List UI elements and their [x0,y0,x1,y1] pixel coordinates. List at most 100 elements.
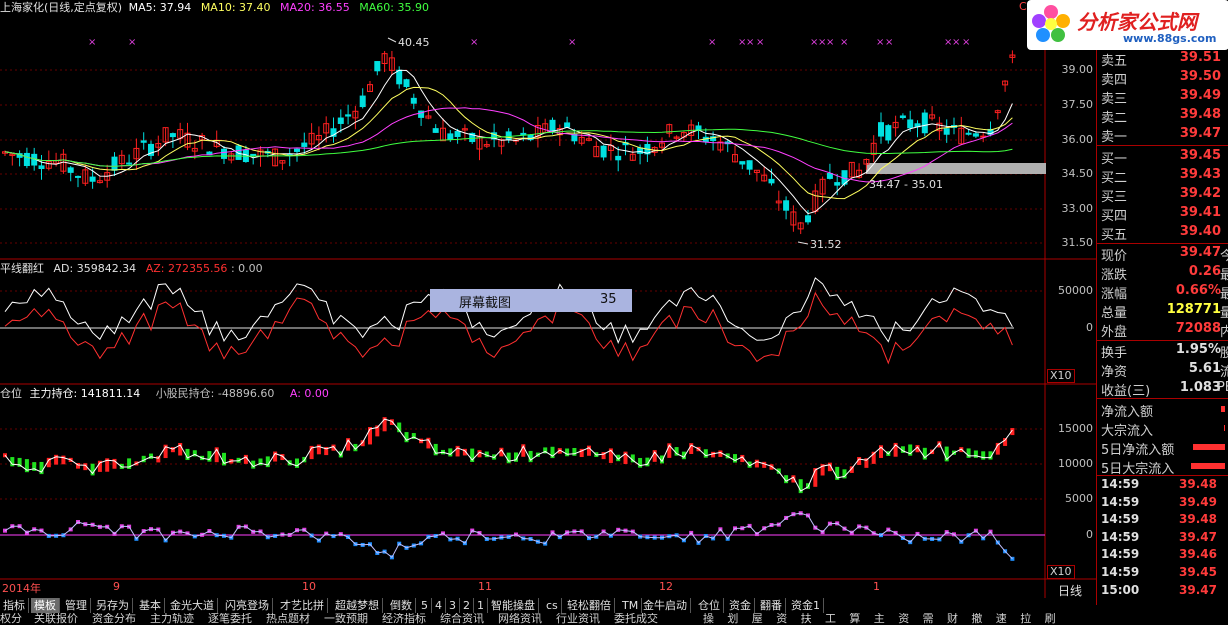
toolbar-shortcut[interactable]: 资 [776,613,787,625]
bottom-tab[interactable]: 另存为 [93,598,133,613]
close-icon[interactable]: C [1019,0,1027,13]
candle-body [359,95,366,108]
bottom-tab[interactable]: 模板 [31,598,60,613]
ma10-label: MA10: 37.40 [200,1,271,14]
candle-body [965,132,972,135]
bottom-tab[interactable]: 金光大道 [167,598,218,613]
toolbar-shortcut[interactable]: 速 [996,613,1007,625]
flow-row: 5日大宗流入 [1097,456,1228,477]
toolbar-shortcut[interactable]: 拉 [1020,613,1031,625]
bottom-tab[interactable]: 管理 [62,598,91,613]
buy-row[interactable]: 买四 39.41 [1097,203,1228,224]
signal-marker: × [885,37,893,48]
tick-time: 14:59 [1101,565,1140,579]
ind1-name: 平线翻红 [0,262,44,275]
toolbar-shortcut[interactable]: 划 [727,613,738,625]
period-label[interactable]: 日线 [1058,582,1082,599]
bottom-tab-2[interactable]: 资金分布 [92,613,136,625]
toolbar-shortcut[interactable]: 屋 [752,613,763,625]
bottom-tab-2[interactable]: 逐笔委托 [208,613,252,625]
bottom-tab-2[interactable]: 委托成交 [614,613,658,625]
quote-panel: 分析家公式网 www.88gs.com 卖五 39.51 卖四 39.50 卖三 39… [1027,0,1228,605]
bottom-tab[interactable]: 闪亮登场 [222,598,273,613]
stat2-row: 收益(三) 1.083PE [1097,378,1228,399]
ind2-small: 小股民持仓: -48896.60 [155,387,275,400]
bottom-tab[interactable]: 金牛启动 [640,598,691,613]
flow-bar [1192,444,1225,450]
position-bar [389,419,394,425]
toolbar-shortcut[interactable]: 扶 [801,613,812,625]
high-note-leader [387,37,397,43]
position-bar [10,457,15,467]
toolbar-shortcut[interactable]: 资 [898,613,909,625]
sell-row[interactable]: 卖五 39.51 [1097,48,1228,69]
toolbar-shortcut[interactable]: 主 [874,613,885,625]
sell-row[interactable]: 卖一 39.47 [1097,124,1228,145]
bottom-tab[interactable]: 指标 [0,598,29,613]
toolbar-shortcut[interactable]: 撤 [971,613,982,625]
bottom-tab[interactable]: 才艺比拼 [277,598,328,613]
bottom-tab[interactable]: 仓位 [695,598,724,613]
candle-body [783,200,790,211]
price-label: 33.00 [1061,202,1094,215]
bottom-tab[interactable]: 4 [432,598,446,613]
bottom-tab-2[interactable]: 经济指标 [382,613,426,625]
ind2-a: A: 0.00 [289,387,329,400]
stock-title: 上海家化(日线,定点复权) [0,1,123,14]
candle-body [805,215,811,223]
bottom-tab-2[interactable]: 主力轨迹 [150,613,194,625]
candle-body [345,114,352,117]
stat-row: 外盘 72088 内 [1097,319,1228,340]
ind1-header: 平线翻红 AD: 359842.34 AZ: 272355.56 : 0.00 [0,261,263,277]
screenshot-overlay[interactable]: 屏幕截图 35 [430,289,632,312]
bottom-tab[interactable]: 2 [460,598,474,613]
bottom-tab-2[interactable]: 一致预期 [324,613,368,625]
toolbar-shortcut[interactable]: 算 [849,613,860,625]
sell-row[interactable]: 卖四 39.50 [1097,67,1228,88]
flow-row: 大宗流入 [1097,418,1228,439]
candle-body [396,69,403,85]
chart-header: 上海家化(日线,定点复权) MA5: 37.94 MA10: 37.40 MA2… [0,0,429,16]
bottom-tab-2[interactable]: 关联报价 [34,613,78,625]
stat2-row: 净资 5.61 流 [1097,359,1228,380]
ind2-axis-label: 15000 [1058,422,1093,435]
bottom-tab-2[interactable]: 网络资讯 [498,613,542,625]
bottom-tab[interactable]: 智能操盘 [488,598,539,613]
bottom-tab[interactable]: cs [543,598,562,613]
bottom-tab[interactable]: 3 [446,598,460,613]
candle-body [75,175,81,178]
stat-row: 涨幅 0.66% 最 [1097,281,1228,302]
bottom-tab-2[interactable]: 行业资讯 [556,613,600,625]
sell-row[interactable]: 卖三 39.49 [1097,86,1228,107]
date-label: 1 [873,580,880,593]
buy-row[interactable]: 买五 39.40 [1097,222,1228,243]
bottom-tab[interactable]: 超越梦想 [332,598,383,613]
sell-row[interactable]: 卖二 39.48 [1097,105,1228,126]
toolbar-shortcut[interactable]: 需 [923,613,934,625]
bottom-tab-2[interactable]: 权分 [0,613,22,625]
buy-row[interactable]: 买一 39.45 [1097,146,1228,167]
bottom-tab[interactable]: 5 [418,598,432,613]
bottom-tab-2[interactable]: 热点题材 [266,613,310,625]
toolbar-shortcut[interactable]: 刷 [1045,613,1056,625]
bottom-tab-2[interactable]: 综合资讯 [440,613,484,625]
toolbar-shortcut[interactable]: 财 [947,613,958,625]
buy-row[interactable]: 买二 39.43 [1097,165,1228,186]
tick-time: 14:59 [1101,477,1140,491]
candle-body [921,112,928,134]
bottom-tab[interactable]: 轻松翻倍 [564,598,615,613]
buy-row[interactable]: 买三 39.42 [1097,184,1228,205]
toolbar-shortcut[interactable]: 工 [825,613,836,625]
bottom-tab[interactable]: 基本 [136,598,165,613]
toolbar-shortcut[interactable]: 操 [703,613,714,625]
candle-body [294,148,300,152]
ind1-axis-label: 50000 [1058,284,1093,297]
bottom-tab[interactable]: 1 [474,598,488,613]
bottom-tab[interactable]: 资金 [726,598,755,613]
bottom-tab[interactable]: TM [619,598,643,613]
bottom-tab[interactable]: 资金1 [788,598,824,613]
bottom-tab[interactable]: 翻番 [757,598,786,613]
bottom-tab[interactable]: 倒数 [387,598,416,613]
stat2-value: 1.083 [1179,380,1221,395]
stat-row: 涨跌 0.26 最 [1097,262,1228,283]
